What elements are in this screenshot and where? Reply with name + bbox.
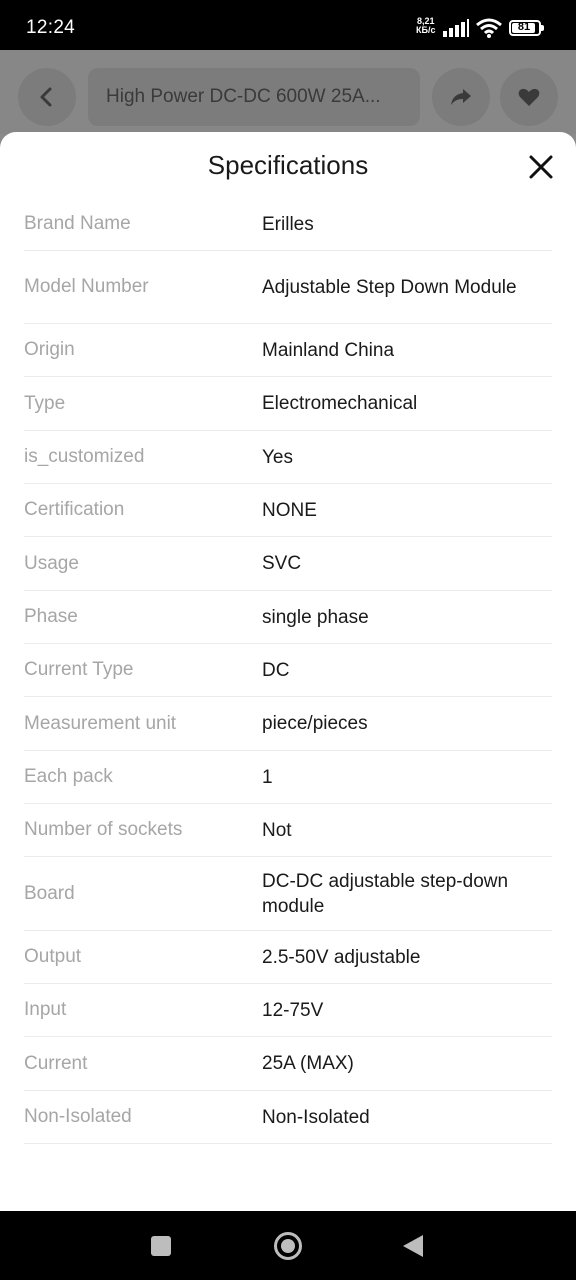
spec-row-output: Output 2.5-50V adjustable	[24, 931, 552, 984]
back-button[interactable]	[18, 68, 76, 126]
spec-label: Current	[24, 1052, 88, 1074]
home-icon[interactable]	[273, 1231, 303, 1261]
spec-value: SVC	[262, 553, 302, 574]
wifi-icon	[476, 18, 502, 38]
spec-value: DC	[262, 659, 290, 681]
battery-icon: 81	[509, 20, 541, 36]
share-button[interactable]	[432, 68, 490, 126]
spec-value: 12-75V	[262, 999, 324, 1021]
spec-value: piece/pieces	[262, 713, 368, 734]
spec-row-each-pack: Each pack 1	[24, 751, 552, 804]
favorite-button[interactable]	[500, 68, 558, 126]
spec-label: Certification	[24, 499, 125, 520]
spec-value: DC-DC adjustable step-down module	[262, 870, 509, 917]
close-icon[interactable]	[526, 152, 556, 182]
spec-row-current-type: Current Type DC	[24, 644, 552, 697]
spec-row-is-customized: is_customized Yes	[24, 431, 552, 484]
spec-row-current: Current 25A (MAX)	[24, 1037, 552, 1091]
spec-row-usage: Usage SVC	[24, 537, 552, 591]
back-triangle-icon[interactable]	[401, 1233, 425, 1259]
heart-icon	[518, 88, 540, 106]
back-chevron-icon	[40, 87, 52, 107]
spec-label: Brand Name	[24, 213, 131, 234]
spec-row-type: Type Electromechanical	[24, 377, 552, 431]
navigation-bar	[0, 1211, 576, 1280]
spec-row-brand-name: Brand Name Erilles	[24, 198, 552, 251]
spec-row-input: Input 12-75V	[24, 984, 552, 1037]
spec-label: Output	[24, 946, 82, 967]
spec-label: Each pack	[24, 766, 113, 787]
spec-value: 25A (MAX)	[262, 1053, 354, 1074]
spec-row-origin: Origin Mainland China	[24, 324, 552, 377]
spec-value: Mainland China	[262, 339, 395, 361]
spec-label: Board	[24, 882, 75, 904]
spec-row-phase: Phase single phase	[24, 591, 552, 644]
status-time: 12:24	[26, 17, 76, 38]
spec-label: Current Type	[24, 659, 134, 680]
spec-label: is_customized	[24, 446, 145, 467]
spec-value: Electromechanical	[262, 393, 418, 414]
spec-value: single phase	[262, 606, 369, 628]
specifications-sheet: Specifications Brand Name Erilles Model …	[0, 132, 576, 1211]
spec-row-model-number: Model Number Adjustable Step Down Module	[24, 251, 552, 324]
spec-value: Erilles	[262, 213, 314, 235]
spec-label: Input	[24, 999, 67, 1020]
status-bar: 12:24 8,21 КБ/с 81	[0, 0, 576, 50]
spec-value: Yes	[262, 446, 293, 468]
network-speed: 8,21 КБ/с	[416, 16, 436, 35]
product-title[interactable]: High Power DC-DC 600W 25A...	[88, 68, 420, 126]
recents-icon[interactable]	[151, 1236, 171, 1256]
spec-value: Non-Isolated	[262, 1106, 370, 1128]
spec-row-non-isolated: Non-Isolated Non-Isolated	[24, 1091, 552, 1144]
signal-icon	[443, 19, 469, 37]
spec-label: Model Number	[24, 276, 149, 297]
spec-row-measurement-unit: Measurement unit piece/pieces	[24, 697, 552, 751]
spec-value: 2.5-50V adjustable	[262, 946, 421, 968]
spec-label: Number of sockets	[24, 819, 183, 840]
spec-label: Non-Isolated	[24, 1106, 132, 1127]
sheet-title: Specifications	[207, 150, 369, 180]
spec-list: Brand Name Erilles Model Number Adjustab…	[24, 198, 552, 1144]
spec-row-certification: Certification NONE	[24, 484, 552, 537]
spec-row-board: Board DC-DC adjustable step-down module	[24, 857, 552, 931]
battery-level: 81	[517, 21, 531, 33]
spec-row-number-of-sockets: Number of sockets Not	[24, 804, 552, 857]
spec-label: Usage	[24, 552, 79, 574]
spec-value: NONE	[262, 499, 317, 521]
spec-value: Adjustable Step Down Module	[262, 276, 517, 298]
spec-value: Not	[262, 819, 292, 841]
battery-tip	[541, 25, 544, 31]
spec-label: Origin	[24, 339, 75, 360]
share-icon	[451, 89, 471, 105]
spec-label: Phase	[24, 606, 78, 627]
spec-label: Type	[24, 392, 66, 414]
spec-value: 1	[262, 766, 273, 788]
spec-label: Measurement unit	[24, 712, 177, 734]
